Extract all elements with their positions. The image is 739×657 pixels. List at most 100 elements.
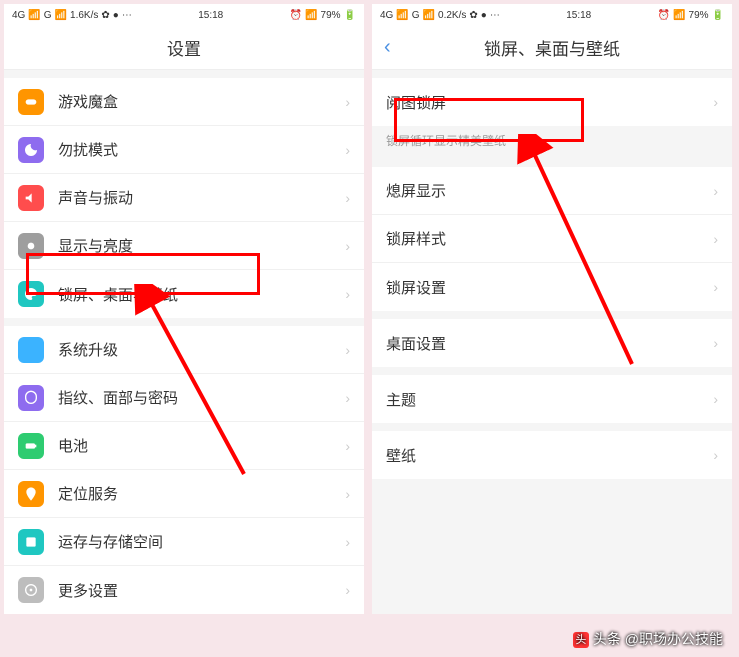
row-lock-style[interactable]: 锁屏样式 › xyxy=(372,215,732,263)
settings-group-2: 系统升级 › 指纹、面部与密码 › 电池 › 定位服务 › 运存与存储空间 xyxy=(4,326,364,614)
row-label: 显示与亮度 xyxy=(58,235,133,256)
clock: 15:18 xyxy=(198,10,223,21)
battery-icon: 🔋 xyxy=(712,10,724,21)
row-sound[interactable]: 声音与振动 › xyxy=(4,174,364,222)
chevron-right-icon: › xyxy=(345,190,350,206)
row-biometrics[interactable]: 指纹、面部与密码 › xyxy=(4,374,364,422)
row-more-settings[interactable]: 更多设置 › xyxy=(4,566,364,614)
location-icon xyxy=(18,481,44,507)
row-label: 锁屏设置 xyxy=(386,277,446,298)
chevron-right-icon: › xyxy=(345,238,350,254)
update-icon xyxy=(18,337,44,363)
chevron-right-icon: › xyxy=(345,142,350,158)
chat-icon: ● xyxy=(481,10,487,21)
moon-icon xyxy=(18,137,44,163)
network-label: 4G xyxy=(380,10,393,21)
clock: 15:18 xyxy=(566,10,591,21)
chevron-right-icon: › xyxy=(713,94,718,110)
carrier-label: G xyxy=(44,10,52,21)
chevron-right-icon: › xyxy=(345,94,350,110)
palette-icon xyxy=(18,281,44,307)
chat-icon: ● xyxy=(113,10,119,21)
row-game[interactable]: 游戏魔盒 › xyxy=(4,78,364,126)
chevron-right-icon: › xyxy=(345,286,350,302)
row-wallpaper[interactable]: 壁纸 › xyxy=(372,431,732,479)
chevron-right-icon: › xyxy=(345,582,350,598)
status-bar: 4G 📶 G 📶 0.2K/s ✿ ● ⋯ 15:18 ⏰ 📶 79% 🔋 xyxy=(372,4,732,26)
alarm-icon: ⏰ xyxy=(658,10,670,21)
chevron-right-icon: › xyxy=(713,447,718,463)
fingerprint-icon xyxy=(18,385,44,411)
row-theme[interactable]: 主题 › xyxy=(372,375,732,423)
row-label: 勿扰模式 xyxy=(58,139,118,160)
row-label: 主题 xyxy=(386,389,416,410)
row-dnd[interactable]: 勿扰模式 › xyxy=(4,126,364,174)
watermark: 头头条 @职场办公技能 xyxy=(573,629,723,649)
brightness-icon xyxy=(18,233,44,259)
chevron-right-icon: › xyxy=(345,438,350,454)
group-yuetu: 阅图锁屏 › xyxy=(372,78,732,126)
chevron-right-icon: › xyxy=(713,391,718,407)
page-title: 设置 xyxy=(4,26,364,70)
row-label: 更多设置 xyxy=(58,580,118,601)
row-label: 熄屏显示 xyxy=(386,180,446,201)
carrier-label: G xyxy=(412,10,420,21)
chevron-right-icon: › xyxy=(345,342,350,358)
group-lock: 熄屏显示 › 锁屏样式 › 锁屏设置 › xyxy=(372,167,732,311)
row-label: 指纹、面部与密码 xyxy=(58,387,178,408)
row-label: 锁屏样式 xyxy=(386,228,446,249)
chevron-right-icon: › xyxy=(713,335,718,351)
chevron-right-icon: › xyxy=(345,534,350,550)
signal-icon: 📶 xyxy=(423,10,435,21)
row-label: 声音与振动 xyxy=(58,187,133,208)
group-desktop: 桌面设置 › xyxy=(372,319,732,367)
speed-label: 1.6K/s xyxy=(70,10,98,21)
row-location[interactable]: 定位服务 › xyxy=(4,470,364,518)
row-system-update[interactable]: 系统升级 › xyxy=(4,326,364,374)
group-theme: 主题 › xyxy=(372,375,732,423)
row-aod[interactable]: 熄屏显示 › xyxy=(372,167,732,215)
battery-icon xyxy=(18,433,44,459)
signal-icon: 📶 xyxy=(396,10,408,21)
row-label: 游戏魔盒 xyxy=(58,91,118,112)
more-icon: ⋯ xyxy=(490,10,500,21)
page-header: ‹ 锁屏、桌面与壁纸 xyxy=(372,26,732,70)
group-caption: 锁屏循环显示精美壁纸 xyxy=(372,126,732,159)
row-lock-settings[interactable]: 锁屏设置 › xyxy=(372,263,732,311)
battery-label: 79% xyxy=(321,10,341,21)
row-lockscreen-wallpaper[interactable]: 锁屏、桌面与壁纸 › xyxy=(4,270,364,318)
chevron-right-icon: › xyxy=(713,183,718,199)
speed-label: 0.2K/s xyxy=(438,10,466,21)
page-title: 锁屏、桌面与壁纸 xyxy=(484,35,620,60)
row-storage[interactable]: 运存与存储空间 › xyxy=(4,518,364,566)
row-battery[interactable]: 电池 › xyxy=(4,422,364,470)
alarm-icon: ⏰ xyxy=(290,10,302,21)
signal-icon: 📶 xyxy=(28,10,40,21)
signal-icon: 📶 xyxy=(55,10,67,21)
sound-icon xyxy=(18,185,44,211)
toutiao-logo-icon: 头 xyxy=(573,632,589,648)
storage-icon xyxy=(18,529,44,555)
row-display[interactable]: 显示与亮度 › xyxy=(4,222,364,270)
chevron-right-icon: › xyxy=(713,231,718,247)
wifi-icon: 📶 xyxy=(673,10,685,21)
row-label: 锁屏、桌面与壁纸 xyxy=(58,284,178,305)
row-label: 系统升级 xyxy=(58,339,118,360)
battery-icon: 🔋 xyxy=(344,10,356,21)
more-icon xyxy=(18,577,44,603)
wifi-icon: 📶 xyxy=(305,10,317,21)
row-label: 电池 xyxy=(58,435,88,456)
row-label: 阅图锁屏 xyxy=(386,92,446,113)
chevron-right-icon: › xyxy=(345,486,350,502)
back-button[interactable]: ‹ xyxy=(384,36,391,59)
app-icon: ✿ xyxy=(469,10,477,21)
app-icon: ✿ xyxy=(101,10,109,21)
row-desktop-settings[interactable]: 桌面设置 › xyxy=(372,319,732,367)
status-bar: 4G 📶 G 📶 1.6K/s ✿ ● ⋯ 15:18 ⏰ 📶 79% 🔋 xyxy=(4,4,364,26)
battery-label: 79% xyxy=(689,10,709,21)
chevron-right-icon: › xyxy=(345,390,350,406)
row-yuetu-lockscreen[interactable]: 阅图锁屏 › xyxy=(372,78,732,126)
left-screenshot: 4G 📶 G 📶 1.6K/s ✿ ● ⋯ 15:18 ⏰ 📶 79% 🔋 设置 xyxy=(4,4,364,614)
chevron-right-icon: › xyxy=(713,279,718,295)
group-wallpaper: 壁纸 › xyxy=(372,431,732,479)
